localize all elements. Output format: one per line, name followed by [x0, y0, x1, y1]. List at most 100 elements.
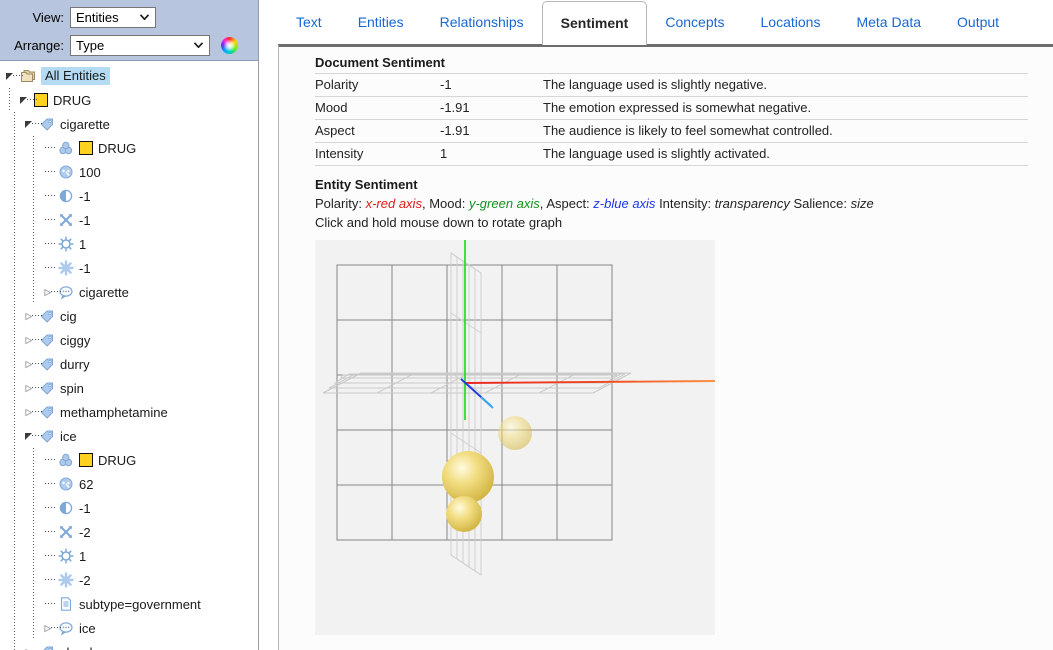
tab-concepts[interactable]: Concepts	[647, 0, 742, 45]
document-sentiment-title: Document Sentiment	[315, 55, 1053, 70]
legend-intensity-key: Intensity:	[659, 196, 711, 211]
cell-name: Aspect	[315, 120, 440, 143]
expand-toggle[interactable]	[24, 112, 39, 136]
tree-node--1[interactable]: -1	[0, 496, 258, 520]
chevron-down-icon	[140, 14, 149, 20]
expand-toggle[interactable]	[24, 640, 39, 650]
panel-splitter[interactable]	[260, 0, 268, 650]
tree-node-cig[interactable]: cig	[0, 304, 258, 328]
tag-icon	[39, 116, 55, 132]
mention-icon	[58, 284, 74, 300]
expand-toggle[interactable]	[19, 88, 34, 112]
tree-node-1[interactable]: 1	[0, 544, 258, 568]
aspect-icon	[58, 236, 74, 252]
cell-name: Intensity	[315, 143, 440, 166]
tag-icon	[39, 380, 55, 396]
tree-node-label: cig	[60, 309, 81, 324]
tree-indent	[0, 328, 24, 352]
tree-node-label: DRUG	[98, 141, 140, 156]
entity-sphere[interactable]	[498, 416, 532, 450]
tab-output[interactable]: Output	[939, 0, 1017, 45]
tree-node-drug[interactable]: DRUG	[0, 448, 258, 472]
arrange-label: Arrange:	[8, 38, 64, 53]
tree-node-label: -1	[79, 213, 95, 228]
tree-node-label: cigarette	[79, 285, 133, 300]
tree-node--2[interactable]: -2	[0, 520, 258, 544]
legend-salience-key: Salience:	[794, 196, 847, 211]
expand-toggle[interactable]	[43, 280, 58, 304]
tree-node-ice[interactable]: ice	[0, 424, 258, 448]
expand-toggle[interactable]	[24, 376, 39, 400]
entity-sphere[interactable]	[446, 496, 482, 532]
legend-sep-2: ,	[540, 196, 544, 211]
expand-toggle[interactable]	[5, 64, 20, 88]
expand-toggle[interactable]	[24, 400, 39, 424]
legend-mood-value: y-green axis	[469, 196, 540, 211]
rotate-graph-hint: Click and hold mouse down to rotate grap…	[315, 215, 1053, 230]
tree-node-label: DRUG	[98, 453, 140, 468]
tree-node-label: ice	[79, 621, 100, 636]
mood-icon	[58, 524, 74, 540]
sentiment-3d-graph[interactable]	[315, 240, 715, 635]
tree-leaf-connector	[43, 184, 58, 208]
tree-node-spin[interactable]: spin	[0, 376, 258, 400]
tree-node-methamphetamine[interactable]: methamphetamine	[0, 400, 258, 424]
tree-node-all-entities[interactable]: All Entities	[0, 64, 258, 88]
tab-relationships[interactable]: Relationships	[422, 0, 542, 45]
tree-node-label: methamphetamine	[60, 405, 172, 420]
tree-controls-bar: View: Entities Arrange: Type	[0, 0, 258, 61]
tree-node-1[interactable]: 1	[0, 232, 258, 256]
sentiment-3d-canvas[interactable]	[315, 240, 715, 635]
cell-value: -1	[440, 74, 543, 97]
document-sentiment-table: Polarity-1The language used is slightly …	[315, 73, 1028, 166]
tree-node--1[interactable]: -1	[0, 208, 258, 232]
tree-node-durry[interactable]: durry	[0, 352, 258, 376]
tab-sentiment[interactable]: Sentiment	[542, 1, 648, 45]
tree-node-cigarette[interactable]: cigarette	[0, 112, 258, 136]
entity-sphere[interactable]	[442, 451, 494, 503]
tree-node--2[interactable]: -2	[0, 568, 258, 592]
tree-node-100[interactable]: 100	[0, 160, 258, 184]
entity-tree-scroll[interactable]: All Entities DRUG cigaretteDRUG100-1-11-…	[0, 61, 258, 650]
tree-node-drug[interactable]: DRUG	[0, 136, 258, 160]
chevron-down-icon	[194, 42, 203, 48]
expand-toggle[interactable]	[24, 328, 39, 352]
tree-node--1[interactable]: -1	[0, 184, 258, 208]
tree-indent	[0, 472, 43, 496]
expand-toggle[interactable]	[24, 424, 39, 448]
view-select[interactable]: Entities	[70, 7, 156, 28]
expand-toggle[interactable]	[24, 304, 39, 328]
expand-toggle[interactable]	[43, 616, 58, 640]
tab-text[interactable]: Text	[278, 0, 340, 45]
arrange-select[interactable]: Type	[70, 35, 210, 56]
tree-node-drug-group[interactable]: DRUG	[0, 88, 258, 112]
tag-icon	[39, 644, 55, 650]
tree-node-label: 62	[79, 477, 97, 492]
cubes-icon	[58, 140, 74, 156]
tree-node-ice[interactable]: ice	[0, 616, 258, 640]
tree-indent	[0, 568, 43, 592]
tree-indent	[0, 280, 43, 304]
tree-node-subtype-government[interactable]: subtype=government	[0, 592, 258, 616]
tab-meta-data[interactable]: Meta Data	[838, 0, 939, 45]
tree-indent	[0, 424, 24, 448]
cell-description: The emotion expressed is somewhat negati…	[543, 97, 1028, 120]
tree-node-ciggy[interactable]: ciggy	[0, 328, 258, 352]
tree-node-shards[interactable]: shards	[0, 640, 258, 650]
tab-entities[interactable]: Entities	[340, 0, 422, 45]
tree-node-label: -1	[79, 261, 95, 276]
tree-indent	[0, 544, 43, 568]
table-row: Polarity-1The language used is slightly …	[315, 74, 1028, 97]
polarity-icon	[58, 500, 74, 516]
document-icon	[58, 596, 74, 612]
expand-toggle[interactable]	[24, 352, 39, 376]
tree-indent	[0, 352, 24, 376]
tree-node-cigarette[interactable]: cigarette	[0, 280, 258, 304]
tree-indent	[0, 232, 43, 256]
z-axis-blue-tip	[481, 397, 493, 408]
tree-node-62[interactable]: 62	[0, 472, 258, 496]
color-wheel-icon[interactable]	[221, 37, 238, 54]
tab-locations[interactable]: Locations	[743, 0, 839, 45]
tree-node--1[interactable]: -1	[0, 256, 258, 280]
cell-value: 1	[440, 143, 543, 166]
